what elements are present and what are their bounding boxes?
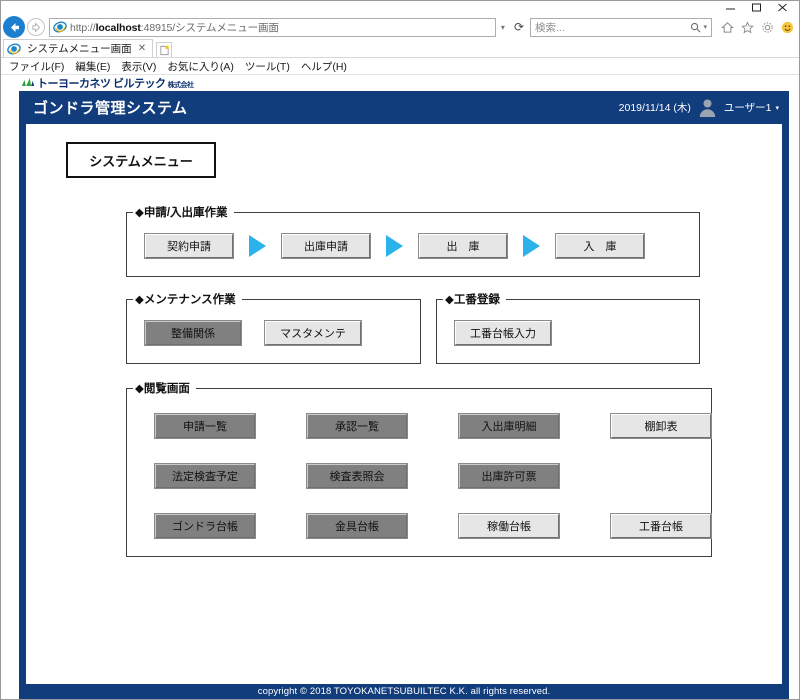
section-workflow-body: 契約申請 出庫申請 出 庫 入 庫 — [127, 220, 699, 276]
section-browse-grid: 申請一覧 承認一覧 入出庫明細 棚卸表 法定検査予定 検査表照会 出庫許可票 ゴ… — [127, 396, 711, 556]
address-bar[interactable]: http://localhost:48915/システムメニュー画面 — [49, 18, 496, 37]
button-koban-ledger[interactable]: 工番台帳 — [611, 514, 711, 538]
search-icon[interactable]: ▾ — [690, 22, 707, 33]
address-dropdown-icon[interactable]: ▾ — [498, 23, 508, 32]
system-menu-title: システムメニュー — [89, 151, 193, 170]
button-master-maintenance[interactable]: マスタメンテ — [265, 321, 361, 345]
feedback-smiley-icon[interactable] — [780, 20, 795, 35]
application-body: システムメニュー ◆申請/入出庫作業 契約申請 出庫申請 出 庫 — [26, 124, 782, 684]
user-name[interactable]: ユーザー1 — [724, 100, 772, 115]
button-legal-inspection-schedule[interactable]: 法定検査予定 — [155, 464, 255, 488]
tab-favicon — [7, 42, 21, 56]
section-koban-legend: ◆工番登録 — [443, 291, 506, 307]
tab-close-icon[interactable]: ✕ — [135, 43, 149, 54]
favorites-star-icon[interactable] — [740, 20, 755, 35]
browser-toolbar-icons — [714, 20, 795, 35]
back-icon[interactable] — [3, 16, 25, 38]
menu-help[interactable]: ヘルプ(H) — [301, 59, 347, 74]
avatar — [699, 98, 716, 117]
menu-tools[interactable]: ツール(T) — [245, 59, 290, 74]
chevron-down-icon[interactable]: ▾ — [775, 104, 779, 112]
browser-window: http://localhost:48915/システムメニュー画面 ▾ ⟳ 検索… — [0, 0, 800, 700]
forward-icon[interactable] — [27, 18, 45, 36]
url-host: localhost — [96, 22, 141, 34]
close-icon[interactable] — [769, 1, 795, 14]
button-shipment[interactable]: 出 庫 — [419, 234, 507, 258]
current-date: 2019/11/14 (木) — [619, 100, 691, 115]
arrow-right-icon — [386, 235, 403, 257]
menu-bar: ファイル(F) 編集(E) 表示(V) お気に入り(A) ツール(T) ヘルプ(… — [1, 58, 799, 75]
arrow-right-icon — [523, 235, 540, 257]
minimize-icon[interactable] — [717, 1, 743, 14]
search-input[interactable]: 検索... ▾ — [530, 18, 712, 37]
menu-favorites[interactable]: お気に入り(A) — [167, 59, 234, 74]
navigation-bar: http://localhost:48915/システムメニュー画面 ▾ ⟳ 検索… — [1, 15, 799, 39]
search-placeholder: 検索... — [535, 20, 565, 35]
corporate-logo-row: トーヨーカネツ ビルテック 株式会社 — [1, 75, 799, 91]
section-row-two: ◆メンテナンス作業 整備関係 マスタメンテ ◆工番登録 工番台帳入力 — [126, 291, 700, 364]
page-viewport: トーヨーカネツ ビルテック 株式会社 ゴンドラ管理システム 2019/11/14… — [1, 75, 799, 699]
section-koban-body: 工番台帳入力 — [437, 307, 699, 363]
menu-edit[interactable]: 編集(E) — [75, 59, 110, 74]
button-metal-fittings-ledger[interactable]: 金具台帳 — [307, 514, 407, 538]
arrow-right-icon — [249, 235, 266, 257]
menu-sections: ◆申請/入出庫作業 契約申請 出庫申請 出 庫 入 庫 — [46, 204, 762, 557]
title-bar — [1, 1, 799, 15]
button-operation-ledger[interactable]: 稼働台帳 — [459, 514, 559, 538]
button-receipt[interactable]: 入 庫 — [556, 234, 644, 258]
copyright-text: copyright © 2018 TOYOKANETSUBUILTEC K.K.… — [258, 686, 550, 697]
url-scheme: http:// — [70, 22, 96, 34]
tools-gear-icon[interactable] — [760, 20, 775, 35]
section-maintenance: ◆メンテナンス作業 整備関係 マスタメンテ — [126, 291, 421, 364]
new-tab-button[interactable] — [156, 42, 172, 57]
button-inventory-sheet[interactable]: 棚卸表 — [611, 414, 711, 438]
button-koban-ledger-input[interactable]: 工番台帳入力 — [455, 321, 551, 345]
button-inout-detail[interactable]: 入出庫明細 — [459, 414, 559, 438]
menu-file[interactable]: ファイル(F) — [9, 59, 64, 74]
ie-favicon — [53, 20, 67, 34]
section-maintenance-legend: ◆メンテナンス作業 — [133, 291, 242, 307]
button-contract-application[interactable]: 契約申請 — [145, 234, 233, 258]
address-bar-url: http://localhost:48915/システムメニュー画面 — [70, 20, 279, 35]
logo-mark-icon — [21, 77, 35, 87]
url-path: :48915/システムメニュー画面 — [141, 22, 279, 34]
section-browse: ◆閲覧画面 申請一覧 承認一覧 入出庫明細 棚卸表 法定検査予定 検査表照会 出… — [126, 380, 712, 557]
system-menu-title-box: システムメニュー — [66, 142, 216, 178]
tab-system-menu[interactable]: システムメニュー画面 ✕ — [3, 39, 153, 57]
application-footer: copyright © 2018 TOYOKANETSUBUILTEC K.K.… — [19, 684, 789, 699]
application-header: ゴンドラ管理システム 2019/11/14 (木) ユーザー1 ▾ — [19, 91, 789, 124]
logo-company-suffix: 株式会社 — [168, 82, 194, 89]
tab-strip: システムメニュー画面 ✕ — [1, 39, 799, 58]
logo-company-name: トーヨーカネツ ビルテック — [37, 79, 166, 90]
home-icon[interactable] — [720, 20, 735, 35]
button-inspection-sheet-inquiry[interactable]: 検査表照会 — [307, 464, 407, 488]
section-koban-registration: ◆工番登録 工番台帳入力 — [436, 291, 700, 364]
page-content: システムメニュー ◆申請/入出庫作業 契約申請 出庫申請 出 庫 — [26, 124, 782, 557]
button-gondola-ledger[interactable]: ゴンドラ台帳 — [155, 514, 255, 538]
section-browse-legend: ◆閲覧画面 — [133, 380, 196, 396]
reload-icon[interactable]: ⟳ — [510, 20, 528, 34]
tab-title: システムメニュー画面 — [27, 41, 132, 56]
header-right-group: 2019/11/14 (木) ユーザー1 ▾ — [619, 98, 779, 117]
application-frame: ゴンドラ管理システム 2019/11/14 (木) ユーザー1 ▾ システムメニ… — [19, 91, 789, 699]
button-shipment-application[interactable]: 出庫申請 — [282, 234, 370, 258]
button-application-list[interactable]: 申請一覧 — [155, 414, 255, 438]
section-maintenance-body: 整備関係 マスタメンテ — [127, 307, 420, 363]
button-approval-list[interactable]: 承認一覧 — [307, 414, 407, 438]
section-workflow: ◆申請/入出庫作業 契約申請 出庫申請 出 庫 入 庫 — [126, 204, 700, 277]
section-workflow-legend: ◆申請/入出庫作業 — [133, 204, 234, 220]
button-maintenance-related[interactable]: 整備関係 — [145, 321, 241, 345]
company-logo: トーヨーカネツ ビルテック 株式会社 — [21, 77, 194, 90]
button-shipment-permit-slip[interactable]: 出庫許可票 — [459, 464, 559, 488]
maximize-icon[interactable] — [743, 1, 769, 14]
menu-view[interactable]: 表示(V) — [121, 59, 156, 74]
page-title: ゴンドラ管理システム — [33, 97, 188, 118]
